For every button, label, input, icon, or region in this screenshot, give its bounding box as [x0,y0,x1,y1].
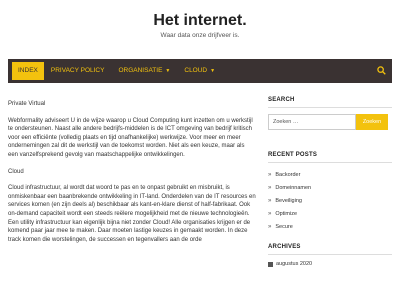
nav-item-label: Cloud [184,67,208,74]
search-placeholder: Zoeken … [273,119,299,125]
content-subheading: Cloud [8,168,24,175]
nav-item-organisatie[interactable]: Organisatie ▼ [111,59,177,83]
double-chevron-right-icon: » [268,211,272,217]
nav-item-label: Privacy Policy [50,67,105,74]
caret-down-icon: ▼ [210,68,216,74]
nav-item-label: Organisatie [118,67,163,74]
recent-post-link[interactable]: » Backorder [268,169,392,182]
site-description: Waar data onze drijfveer is. [160,32,240,39]
recent-post-label: Beveiliging [275,198,302,204]
caret-down-icon: ▼ [165,68,171,74]
content-heading: Private Virtual [8,101,46,107]
search-icon[interactable] [377,66,386,75]
recent-posts-title: RECENT POSTS [268,152,392,163]
recent-post-link[interactable]: » Optimize [268,208,392,221]
search-widget-title: SEARCH [268,97,392,108]
nav-item-label: Index [18,67,38,74]
content-paragraph: Cloud infrastructuur, al wordt dat woord… [8,185,256,243]
archives-title: ARCHIVES [268,244,392,255]
calendar-icon [268,261,273,267]
content-paragraph: Webformality adviseert U in de wijze waa… [8,117,253,158]
double-chevron-right-icon: » [268,224,272,230]
recent-post-link[interactable]: » Beveiliging [268,195,392,208]
sidebar: SEARCH Zoeken … Zoeken RECENT POSTS » Bac… [268,97,392,267]
archive-link[interactable]: augustus 2020 [268,261,392,267]
nav-item-privacy-policy[interactable]: Privacy Policy [44,59,112,83]
double-chevron-right-icon: » [268,198,272,204]
double-chevron-right-icon: » [268,172,272,178]
search-input[interactable]: Zoeken … [268,114,356,130]
main-navigation: Index Privacy Policy Organisatie ▼ Cloud ▼ [8,59,392,83]
main-content: Private Virtual Webformality adviseert U… [8,100,256,252]
site-title[interactable]: Het internet. [0,12,400,30]
search-form: Zoeken … Zoeken [268,114,392,130]
recent-post-label: Backorder [275,172,301,178]
archive-label: augustus 2020 [276,261,313,267]
recent-post-link[interactable]: » Domeinnamen [268,182,392,195]
nav-item-cloud[interactable]: Cloud ▼ [177,59,222,83]
nav-item-index[interactable]: Index [12,62,44,80]
search-button[interactable]: Zoeken [356,114,388,130]
double-chevron-right-icon: » [268,185,272,191]
recent-post-link[interactable]: » Secure [268,221,392,234]
site-header: Het internet. Waar data onze drijfveer i… [0,0,400,56]
recent-post-label: Secure [275,224,293,230]
recent-post-label: Optimize [275,211,298,217]
recent-post-label: Domeinnamen [275,185,312,191]
